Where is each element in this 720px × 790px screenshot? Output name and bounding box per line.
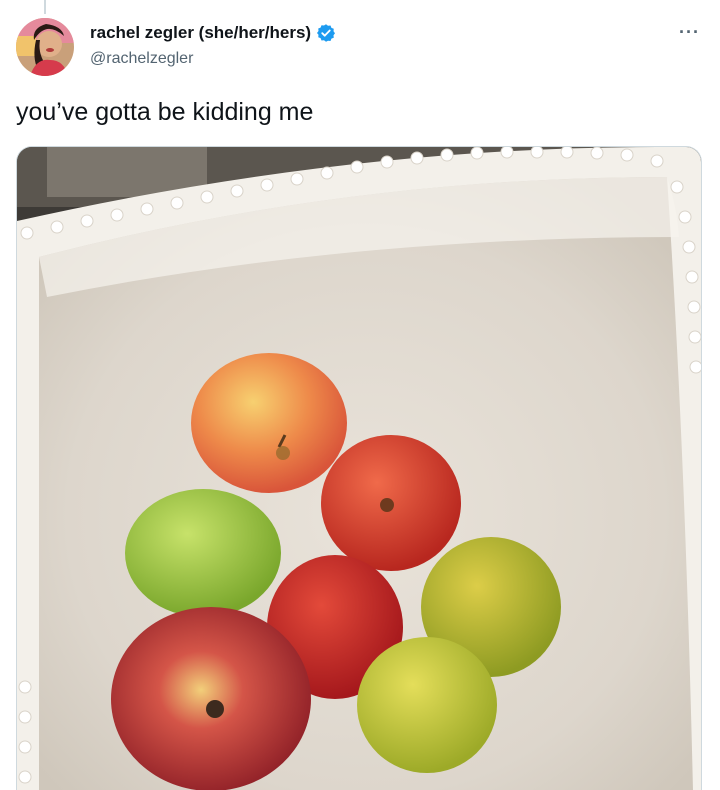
tweet-photo[interactable]	[16, 146, 702, 790]
apples-in-bowl-photo	[17, 147, 701, 790]
display-name[interactable]: rachel zegler (she/her/hers)	[90, 23, 311, 43]
avatar-image	[16, 18, 74, 76]
user-handle[interactable]: @rachelzegler	[90, 50, 193, 68]
tweet-text: you’ve gotta be kidding me	[16, 98, 314, 126]
author-name-row: rachel zegler (she/her/hers)	[90, 23, 336, 43]
tweet[interactable]: rachel zegler (she/her/hers) @rachelzegl…	[0, 0, 720, 790]
avatar[interactable]	[16, 18, 74, 76]
verified-badge-icon	[316, 23, 336, 43]
more-options-icon[interactable]: ···	[679, 22, 700, 43]
